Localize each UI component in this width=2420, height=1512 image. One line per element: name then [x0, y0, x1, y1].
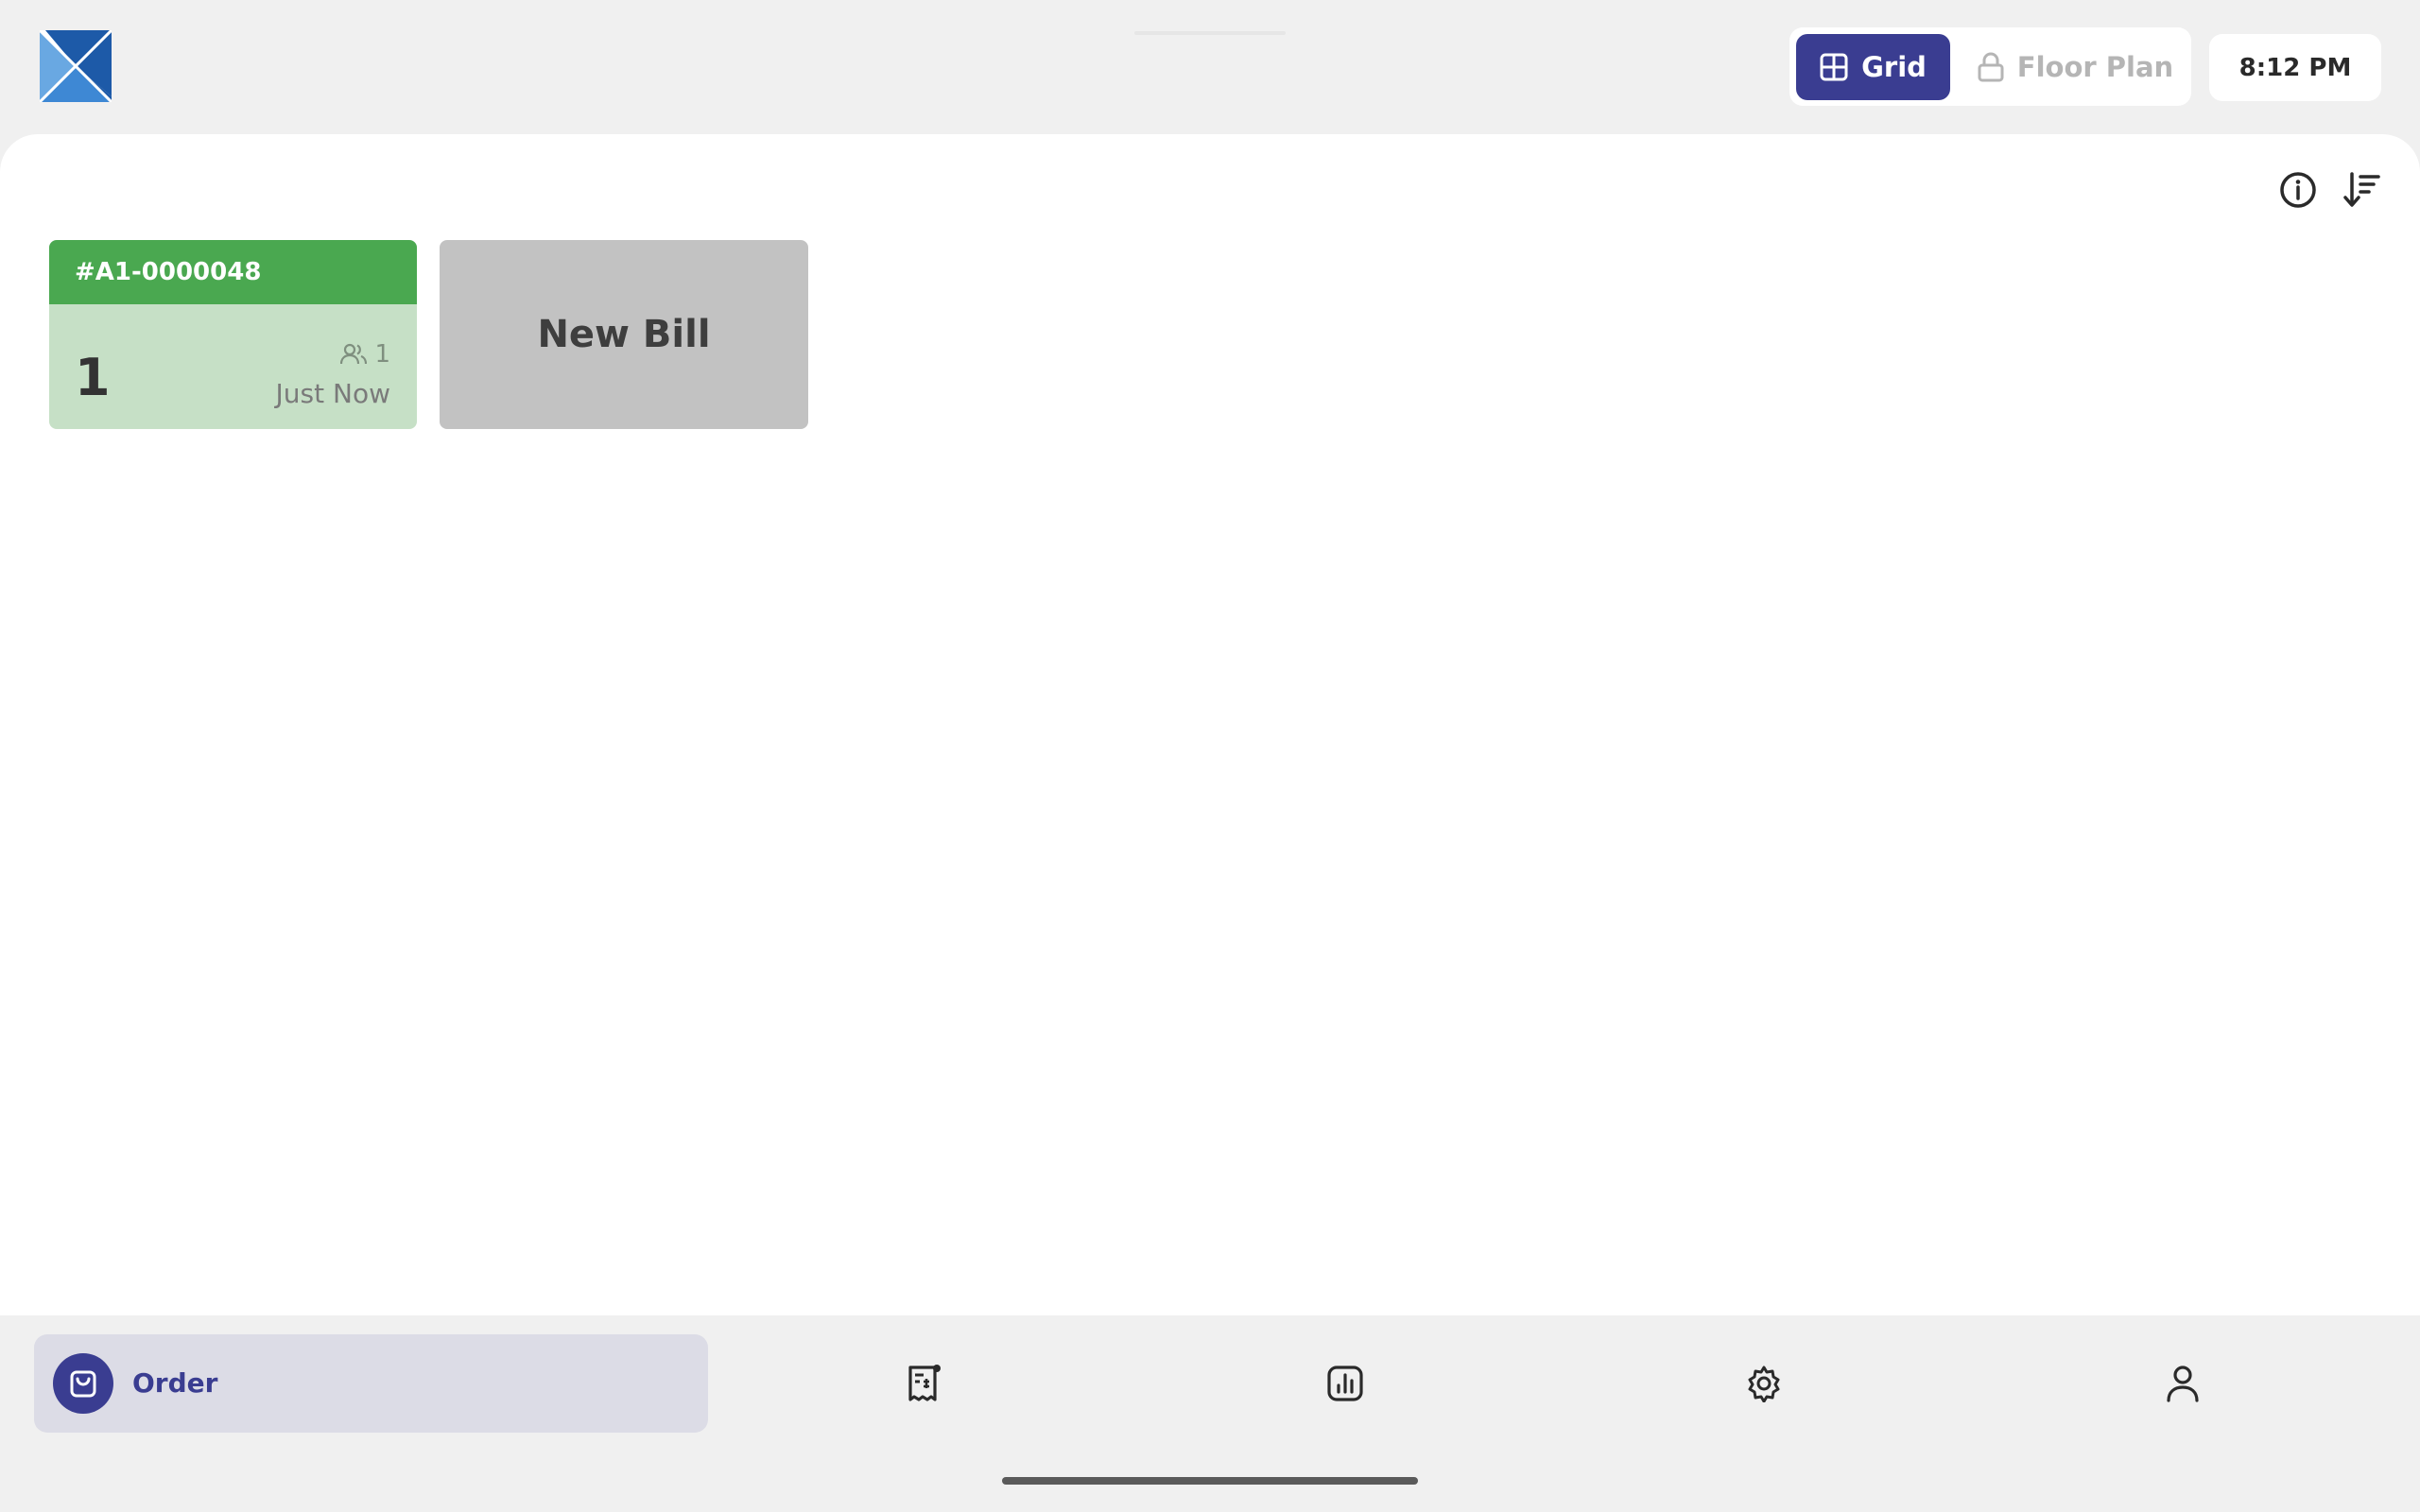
nav-reports[interactable] [1324, 1363, 1366, 1404]
info-icon[interactable] [2278, 170, 2318, 210]
bottom-nav: Order [0, 1315, 2420, 1512]
table-number: 1 [75, 348, 111, 407]
nav-bills[interactable] [904, 1363, 945, 1404]
grid-icon [1820, 53, 1848, 81]
order-icon-badge [53, 1353, 113, 1414]
home-indicator[interactable] [1002, 1477, 1418, 1485]
bill-time: Just Now [275, 378, 390, 409]
top-bar: Grid Floor Plan 8:12 PM [0, 0, 2420, 134]
sort-icon[interactable] [2342, 170, 2382, 210]
bill-id: #A1-0000048 [49, 240, 417, 304]
bag-icon [70, 1370, 96, 1398]
guest-count-value: 1 [374, 340, 390, 369]
grid-view-button[interactable]: Grid [1796, 34, 1950, 100]
nav-profile[interactable] [2162, 1363, 2204, 1404]
receipt-icon [908, 1365, 941, 1401]
bills-grid-panel: #A1-0000048 1 1 Just Now New Bill [0, 134, 2420, 1315]
drag-handle[interactable] [1134, 31, 1286, 35]
user-icon [2167, 1366, 2199, 1402]
lock-icon [1978, 52, 2004, 82]
gear-icon [1748, 1366, 1780, 1402]
app-logo [40, 30, 112, 102]
view-toggle: Grid Floor Plan [1789, 27, 2191, 106]
clock: 8:12 PM [2209, 34, 2381, 101]
users-icon [340, 343, 368, 365]
nav-settings[interactable] [1743, 1363, 1785, 1404]
floor-plan-button[interactable]: Floor Plan [1969, 34, 2182, 100]
floor-plan-label: Floor Plan [2016, 51, 2174, 83]
chart-icon [1327, 1366, 1363, 1401]
nav-order[interactable]: Order [34, 1334, 708, 1433]
nav-order-label: Order [132, 1367, 218, 1399]
bill-card[interactable]: #A1-0000048 1 1 Just Now [49, 240, 417, 429]
guest-count: 1 [340, 340, 390, 369]
grid-view-label: Grid [1861, 51, 1927, 83]
new-bill-button[interactable]: New Bill [440, 240, 808, 429]
